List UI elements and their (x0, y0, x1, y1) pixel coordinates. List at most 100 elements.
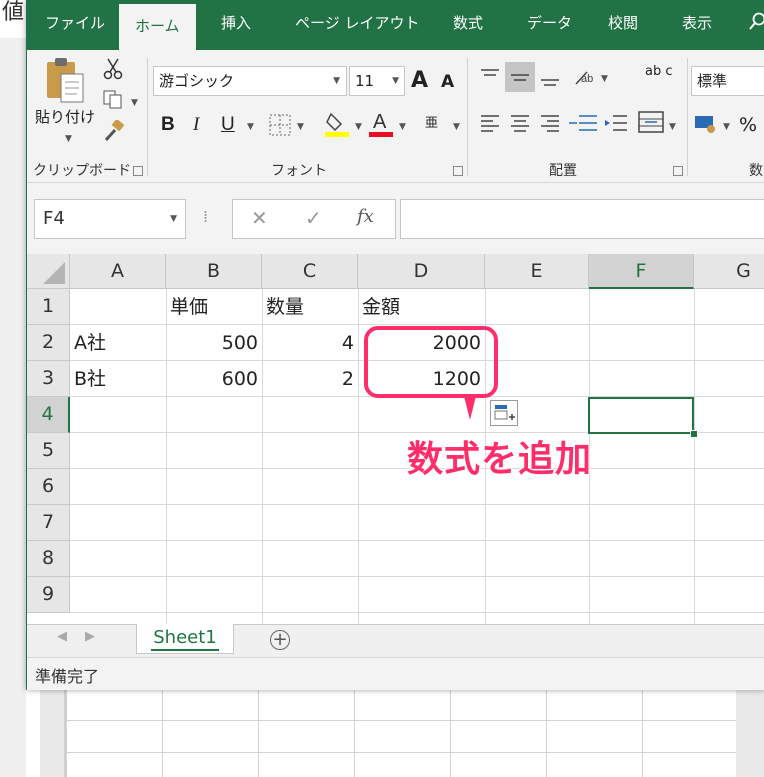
background-margin-left (40, 688, 64, 777)
percent-style-button[interactable]: % (739, 114, 757, 136)
clipboard-launcher-icon[interactable] (133, 166, 143, 176)
phonetic-icon[interactable]: 亜 (425, 112, 438, 131)
wrap-text-icon: ab c (645, 64, 673, 79)
align-bottom-icon[interactable] (539, 66, 561, 88)
row-header-5[interactable]: 5 (27, 433, 70, 469)
column-header-b[interactable]: B (166, 254, 262, 289)
scroll-right-icon[interactable]: ▶ (85, 629, 95, 644)
underline-dropdown-icon[interactable]: ▼ (247, 122, 254, 132)
formula-input[interactable] (400, 199, 764, 239)
select-all-button[interactable] (27, 254, 70, 289)
cell-d1[interactable]: 金額 (358, 289, 485, 325)
fill-color-dropdown-icon[interactable]: ▼ (355, 122, 362, 132)
row-header-9[interactable]: 9 (27, 577, 70, 613)
orientation-dropdown-icon[interactable]: ▼ (601, 74, 608, 84)
selected-cell-f4[interactable] (588, 397, 694, 434)
quick-analysis-button[interactable] (490, 400, 518, 426)
formula-bar: F4 ▼ ⁞ ✕ ✓ fx (27, 183, 764, 254)
font-group-label: フォント (271, 163, 327, 179)
scroll-left-icon[interactable]: ◀ (57, 629, 67, 644)
row-header-8[interactable]: 8 (27, 541, 70, 577)
cell-c1[interactable]: 数量 (262, 289, 358, 325)
number-group-label: 数 (749, 163, 763, 179)
sheet-tab-sheet1[interactable]: Sheet1 (136, 624, 234, 654)
row-header-4[interactable]: 4 (27, 397, 70, 433)
increase-indent-icon[interactable] (603, 112, 629, 136)
tab-review[interactable]: 校閲 (608, 12, 638, 33)
paste-button[interactable]: 貼り付け (35, 106, 95, 127)
more-options-icon[interactable]: ⁞ (203, 207, 208, 226)
align-middle-button[interactable] (505, 62, 535, 92)
add-sheet-icon[interactable]: + (270, 630, 290, 650)
alignment-buttons-icon[interactable] (479, 112, 599, 136)
column-header-a[interactable]: A (70, 254, 166, 289)
chevron-down-icon: ▼ (170, 214, 177, 224)
merge-dropdown-icon[interactable]: ▼ (669, 122, 676, 132)
cell-b1[interactable]: 単価 (166, 289, 262, 325)
cell-b2[interactable]: 500 (166, 325, 262, 361)
tab-data[interactable]: データ (527, 12, 572, 33)
column-header-e[interactable]: E (485, 254, 589, 289)
column-header-f[interactable]: F (589, 254, 694, 289)
format-painter-icon[interactable] (103, 120, 125, 142)
cut-icon[interactable] (103, 58, 123, 80)
copy-dropdown-icon[interactable]: ▼ (131, 98, 138, 108)
cell-c2[interactable]: 4 (262, 325, 358, 361)
alignment-launcher-icon[interactable] (673, 166, 683, 176)
paste-dropdown-icon[interactable]: ▼ (65, 134, 72, 144)
tab-view[interactable]: 表示 (682, 12, 712, 33)
row-header-3[interactable]: 3 (27, 361, 70, 397)
font-color-dropdown-icon[interactable]: ▼ (399, 122, 406, 132)
font-color-icon[interactable]: A (369, 110, 395, 138)
tab-formulas[interactable]: 数式 (453, 12, 483, 33)
enter-icon[interactable]: ✓ (305, 206, 322, 230)
svg-text:A: A (373, 111, 387, 133)
fill-handle[interactable] (690, 430, 698, 438)
phonetic-dropdown-icon[interactable]: ▼ (453, 122, 460, 132)
bold-button[interactable]: B (161, 114, 175, 136)
fill-color-icon[interactable] (325, 110, 351, 138)
orientation-icon[interactable]: ab (573, 66, 597, 88)
accounting-format-icon[interactable] (693, 112, 719, 136)
status-bar: 準備完了 (27, 657, 764, 690)
cell-b3[interactable]: 600 (166, 361, 262, 397)
tab-insert[interactable]: 挿入 (221, 12, 251, 33)
name-box-value: F4 (43, 208, 65, 229)
tab-page-layout[interactable]: ページ レイアウト (295, 12, 419, 33)
number-format-select[interactable]: 標準 (691, 66, 764, 96)
row-header-6[interactable]: 6 (27, 469, 70, 505)
italic-button[interactable]: I (193, 114, 199, 136)
paste-icon[interactable] (43, 56, 87, 104)
cell-a2[interactable]: A社 (70, 325, 166, 361)
column-header-c[interactable]: C (262, 254, 358, 289)
row-header-2[interactable]: 2 (27, 325, 70, 361)
insert-function-button[interactable]: fx (357, 206, 374, 227)
underline-button[interactable]: U (221, 114, 235, 136)
font-launcher-icon[interactable] (453, 166, 463, 176)
row-header-1[interactable]: 1 (27, 289, 70, 325)
align-top-icon[interactable] (479, 66, 501, 88)
borders-icon[interactable] (269, 114, 291, 136)
wrap-text-button[interactable]: ab c (645, 64, 673, 79)
grow-font-button[interactable]: A (411, 68, 428, 93)
tab-file[interactable]: ファイル (45, 12, 105, 33)
column-header-g[interactable]: G (694, 254, 764, 289)
column-header-d[interactable]: D (358, 254, 485, 289)
search-icon[interactable] (749, 12, 764, 32)
cell-c3[interactable]: 2 (262, 361, 358, 397)
background-grid (64, 688, 740, 777)
shrink-font-button[interactable]: A (441, 72, 454, 92)
align-middle-icon (511, 74, 529, 81)
row-header-7[interactable]: 7 (27, 505, 70, 541)
font-size-select[interactable]: 11 ▼ (349, 66, 405, 96)
name-box[interactable]: F4 ▼ (34, 199, 186, 239)
merge-center-icon[interactable] (637, 108, 665, 136)
accounting-dropdown-icon[interactable]: ▼ (723, 122, 730, 132)
cancel-icon[interactable]: ✕ (251, 206, 268, 230)
font-name-select[interactable]: 游ゴシック ▼ (153, 66, 347, 96)
tab-home[interactable]: ホーム (119, 4, 196, 50)
select-all-icon (43, 262, 65, 284)
cell-a3[interactable]: B社 (70, 361, 166, 397)
copy-icon[interactable] (103, 90, 125, 110)
borders-dropdown-icon[interactable]: ▼ (297, 122, 304, 132)
